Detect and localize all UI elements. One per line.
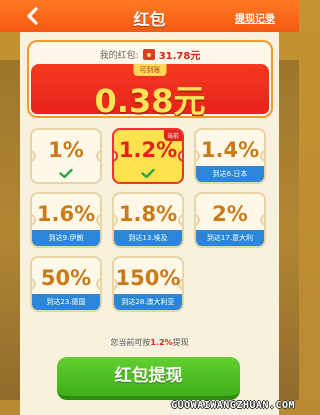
rate-tile-8[interactable]: 150% 到达28.澳大利亚 [112,256,184,312]
background-decoration-left [0,60,20,400]
withdrawable-tag: 可到账 [133,64,167,76]
withdrawable-box: 可到账 0.38元 [31,64,269,116]
hint-suffix: 提现 [172,338,189,347]
tile-rate: 1.2% [118,138,178,162]
rate-tile-4[interactable]: 1.6% 到达9.伊朗 [30,192,102,248]
withdraw-record-link[interactable]: 提现记录 [235,10,275,25]
tile-rate: 1.8% [118,202,178,226]
rate-tile-3[interactable]: 1.4% 到达6.日本 [194,128,266,184]
hint-prefix: 您当前可按 [110,338,151,347]
top-bar: 红包 提现记录 [0,0,299,32]
tile-unlock-condition: 到达28.澳大利亚 [114,294,182,310]
current-rate-hint: 您当前可按1.2%提现 [0,337,299,348]
withdrawable-amount: 0.38元 [94,82,206,118]
rate-tile-1[interactable]: 1% [30,128,102,184]
tile-unlock-condition: 到达13.埃及 [114,230,182,246]
tile-rate: 50% [40,266,92,290]
tile-unlock-condition: 到达17.意大利 [196,230,264,246]
my-redpack-amount: 31.78元 [158,50,201,62]
check-icon [32,166,100,180]
my-redpack-label: 我的红包: [99,50,139,61]
tile-rate: 2% [212,202,248,226]
tile-rate: 1.6% [36,202,96,226]
background-decoration-right [279,60,299,400]
tile-rate: 1.4% [200,138,260,162]
withdraw-button[interactable]: 红包提现 [57,357,240,400]
rate-tile-6[interactable]: 2% 到达17.意大利 [194,192,266,248]
my-redpack-row: 我的红包: 31.78元 [29,46,271,62]
check-icon [114,166,182,180]
rate-tile-7[interactable]: 50% 到达23.德国 [30,256,102,312]
tile-unlock-condition: 到达6.日本 [196,166,264,182]
rate-tile-2[interactable]: 当前 1.2% [112,128,184,184]
hint-rate: 1.2% [150,338,173,347]
watermark: GUOWAIWANGZHUAN.COM [171,400,295,411]
balance-card: 我的红包: 31.78元 可到账 0.38元 [27,40,273,118]
tile-unlock-condition: 到达9.伊朗 [32,230,100,246]
tile-rate: 1% [48,138,84,162]
tile-rate: 150% [115,266,181,290]
rate-tile-5[interactable]: 1.8% 到达13.埃及 [112,192,184,248]
tile-unlock-condition: 到达23.德国 [32,294,100,310]
redpack-icon [142,48,155,60]
